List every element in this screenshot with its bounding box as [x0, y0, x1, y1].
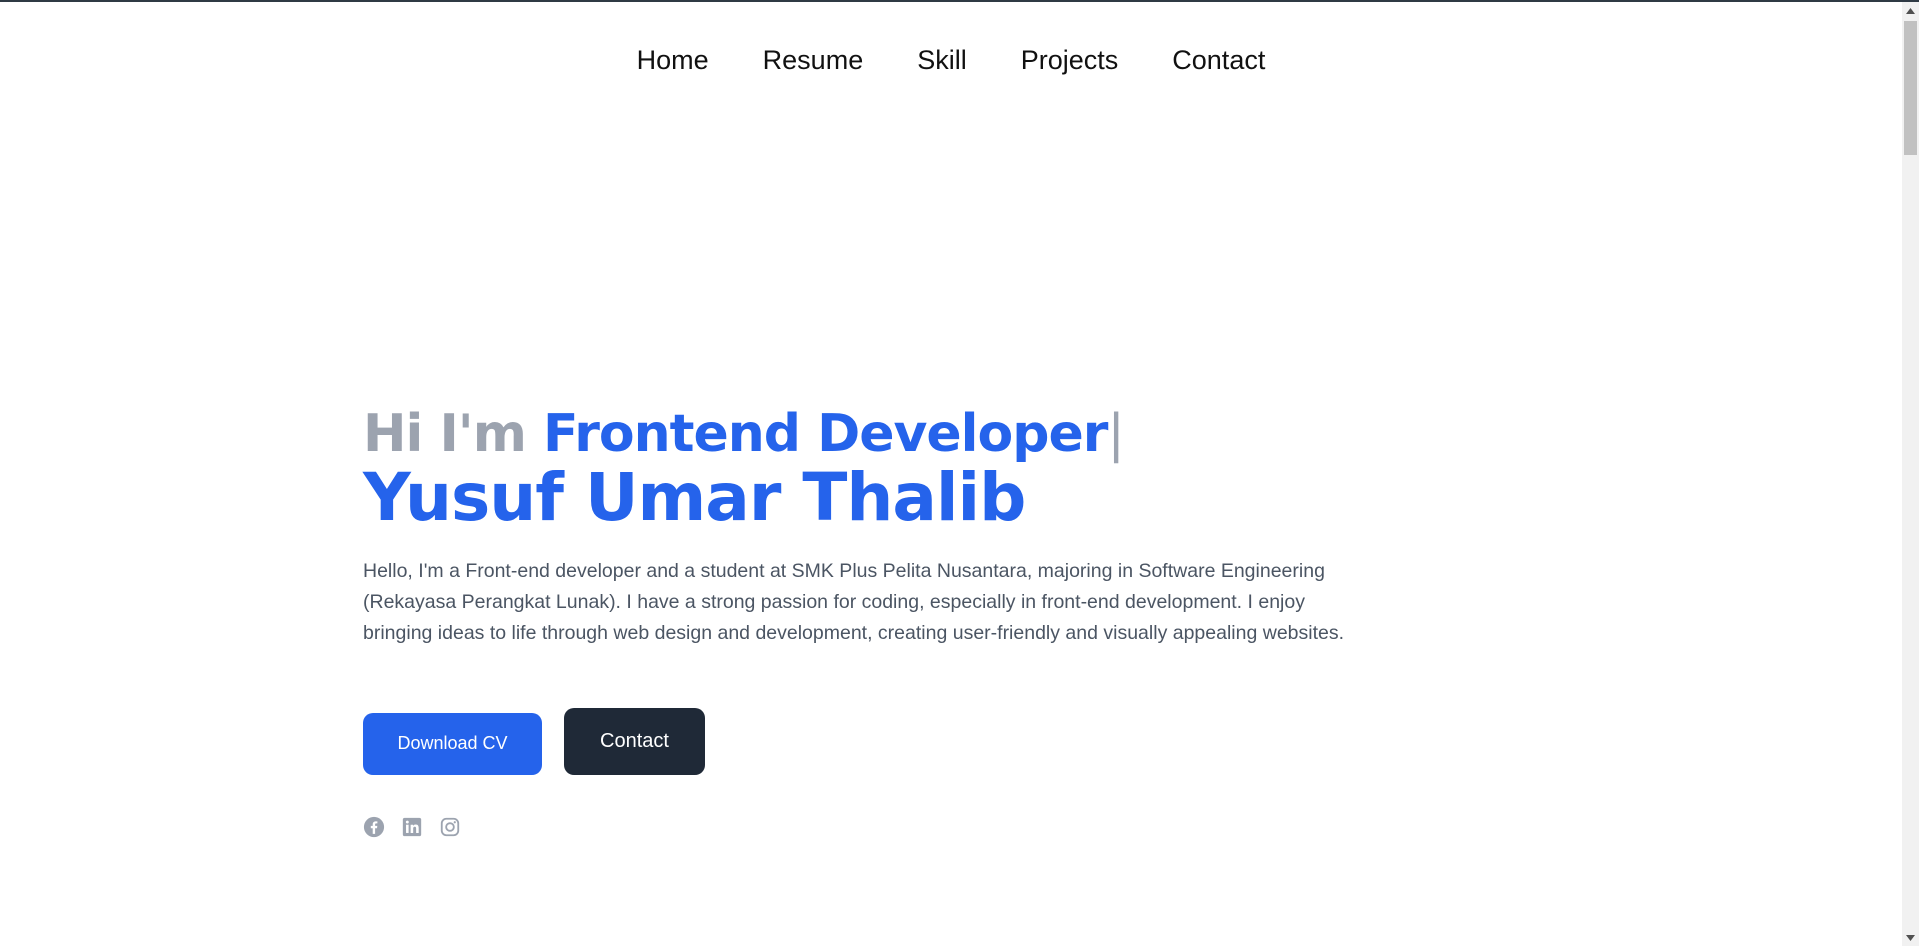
- linkedin-icon[interactable]: [401, 816, 423, 838]
- hero-greeting: Hi I'm: [363, 404, 544, 464]
- main-nav: Home Resume Skill Projects Contact: [0, 44, 1902, 76]
- download-cv-button[interactable]: Download CV: [363, 712, 542, 775]
- hero-name: Yusuf Umar Thalib: [363, 459, 1026, 536]
- scroll-down-arrow-icon[interactable]: [1902, 929, 1919, 946]
- typing-cursor: |: [1107, 404, 1125, 464]
- nav-projects[interactable]: Projects: [1021, 44, 1119, 76]
- facebook-icon[interactable]: [363, 816, 385, 838]
- hero-role: Frontend Developer: [543, 404, 1108, 464]
- scrollbar-thumb[interactable]: [1904, 21, 1917, 155]
- scroll-up-arrow-icon[interactable]: [1902, 2, 1919, 19]
- hero-headline: Hi I'm Frontend Developer|: [363, 402, 1363, 466]
- contact-button[interactable]: Contact: [564, 708, 705, 775]
- social-links: [363, 816, 461, 838]
- page: Home Resume Skill Projects Contact Hi I'…: [0, 0, 1919, 946]
- window-top-border: [0, 0, 1919, 2]
- hero-bio: Hello, I'm a Front-end developer and a s…: [363, 560, 1345, 644]
- vertical-scrollbar[interactable]: [1902, 2, 1919, 946]
- hero-section: Hi I'm Frontend Developer| Yusuf Umar Th…: [363, 402, 1363, 669]
- nav-resume[interactable]: Resume: [763, 44, 864, 76]
- hero-buttons: Download CV Contact: [363, 708, 705, 775]
- instagram-icon[interactable]: [439, 816, 461, 838]
- nav-contact[interactable]: Contact: [1172, 44, 1265, 76]
- nav-home[interactable]: Home: [637, 44, 709, 76]
- nav-skill[interactable]: Skill: [917, 44, 967, 76]
